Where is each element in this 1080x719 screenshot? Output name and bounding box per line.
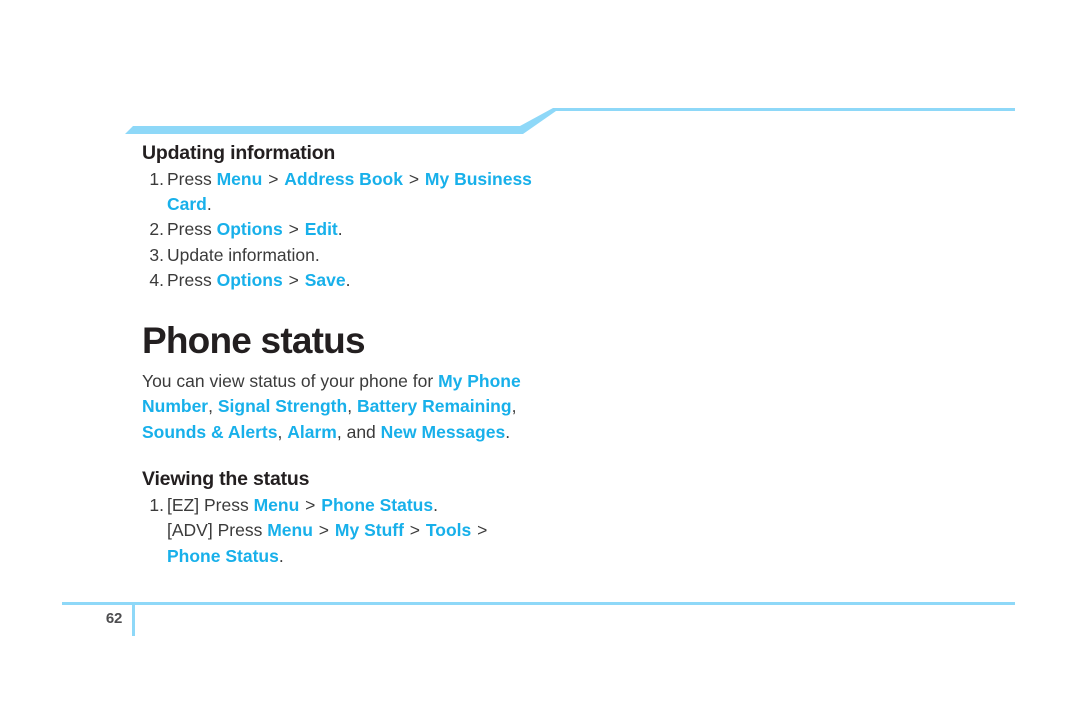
press-label: Press [217, 520, 263, 541]
step-wrap-line: Card. [167, 192, 702, 217]
step-text: Update information. [167, 244, 320, 265]
chapter-title: Phone status [142, 320, 366, 362]
period: . [345, 269, 351, 290]
comma: , [336, 421, 342, 442]
period: . [206, 194, 212, 215]
my-stuff-keyword: My Stuff [334, 520, 404, 541]
step-marker: 1. [149, 495, 164, 516]
comma: , [208, 396, 213, 417]
adv-tag: [ADV] [167, 520, 213, 541]
separator: > [288, 269, 299, 290]
period: . [433, 495, 438, 516]
menu-keyword: Menu [267, 520, 313, 541]
options-keyword: Options [216, 219, 283, 240]
intro-lead: You can view status of your phone for [142, 371, 439, 392]
step-text: Press Menu > Address Book > My Business C… [167, 167, 702, 217]
comma: , [511, 396, 517, 417]
period: . [337, 219, 343, 240]
alarm-keyword: Alarm [287, 421, 337, 442]
and-label: and [346, 421, 376, 442]
address-book-keyword: Address Book [284, 169, 403, 189]
card-keyword: Card [167, 194, 207, 215]
list-item: 4. Press Options > Save. [142, 268, 702, 293]
adv-line: [ADV] Press Menu > My Stuff > Tools > [167, 518, 702, 543]
ez-tag: [EZ] [167, 495, 200, 516]
page-number: 62 [105, 610, 123, 627]
press-label: Press [167, 219, 212, 240]
footer-decoration [62, 602, 1015, 636]
step-text: Press Options > Save. [167, 268, 702, 293]
viewing-status-steps: 1. [EZ] Press Menu > Phone Status. [ADV] … [142, 493, 702, 569]
edit-keyword: Edit [304, 219, 338, 240]
step-marker: 1. [149, 169, 164, 189]
footer-tick [132, 602, 135, 636]
new-messages-keyword: New Messages [380, 421, 506, 442]
list-item: 3. Update information. [142, 243, 702, 268]
phone-status-keyword: Phone Status [321, 495, 434, 516]
comma: , [277, 421, 283, 442]
separator: > [408, 169, 420, 189]
phone-status-keyword: Phone Status [167, 545, 279, 566]
press-label: Press [167, 269, 212, 290]
signal-strength-keyword: Signal Strength [217, 396, 348, 417]
list-item: 1. Press Menu > Address Book > My Busine… [142, 167, 702, 217]
subheading-viewing-the-status: Viewing the status [142, 468, 310, 491]
updating-information-steps: 1. Press Menu > Address Book > My Busine… [142, 167, 702, 293]
manual-page: Updating information 1. Press Menu > Add… [0, 0, 1080, 719]
subheading-updating-information: Updating information [142, 142, 336, 164]
separator: > [305, 495, 316, 516]
menu-keyword: Menu [253, 495, 300, 516]
chapter-intro-paragraph: You can view status of your phone for My… [142, 369, 534, 445]
period: . [278, 545, 284, 566]
save-keyword: Save [304, 269, 346, 290]
list-item: 1. [EZ] Press Menu > Phone Status. [ADV] … [142, 493, 702, 569]
separator: > [477, 520, 488, 541]
list-item: 2. Press Options > Edit. [142, 217, 702, 242]
battery-remaining-keyword: Battery Remaining [356, 396, 512, 417]
separator: > [409, 520, 421, 541]
sounds-and-alerts-keyword: Sounds & Alerts [142, 421, 278, 442]
menu-keyword: Menu [216, 169, 263, 189]
press-label: Press [203, 495, 249, 516]
separator: > [268, 169, 279, 189]
comma: , [347, 396, 353, 417]
adv-wrap-line: Phone Status. [167, 544, 702, 569]
step-marker: 2. [149, 219, 164, 240]
separator: > [288, 219, 299, 240]
step-text: [EZ] Press Menu > Phone Status. [ADV] Pre… [167, 493, 702, 569]
header-band-thick [125, 108, 1015, 134]
step-marker: 3. [149, 244, 164, 265]
options-keyword: Options [216, 269, 283, 290]
separator: > [318, 520, 330, 541]
my-business-keyword: My Business [424, 169, 532, 189]
tools-keyword: Tools [425, 520, 472, 541]
step-text: Press Options > Edit. [167, 217, 702, 242]
period: . [505, 421, 511, 442]
footer-rule [62, 602, 1015, 605]
step-marker: 4. [149, 269, 164, 290]
press-label: Press [167, 169, 212, 189]
header-decoration [125, 108, 1015, 134]
content-column: Updating information 1. Press Menu > Add… [142, 141, 702, 569]
